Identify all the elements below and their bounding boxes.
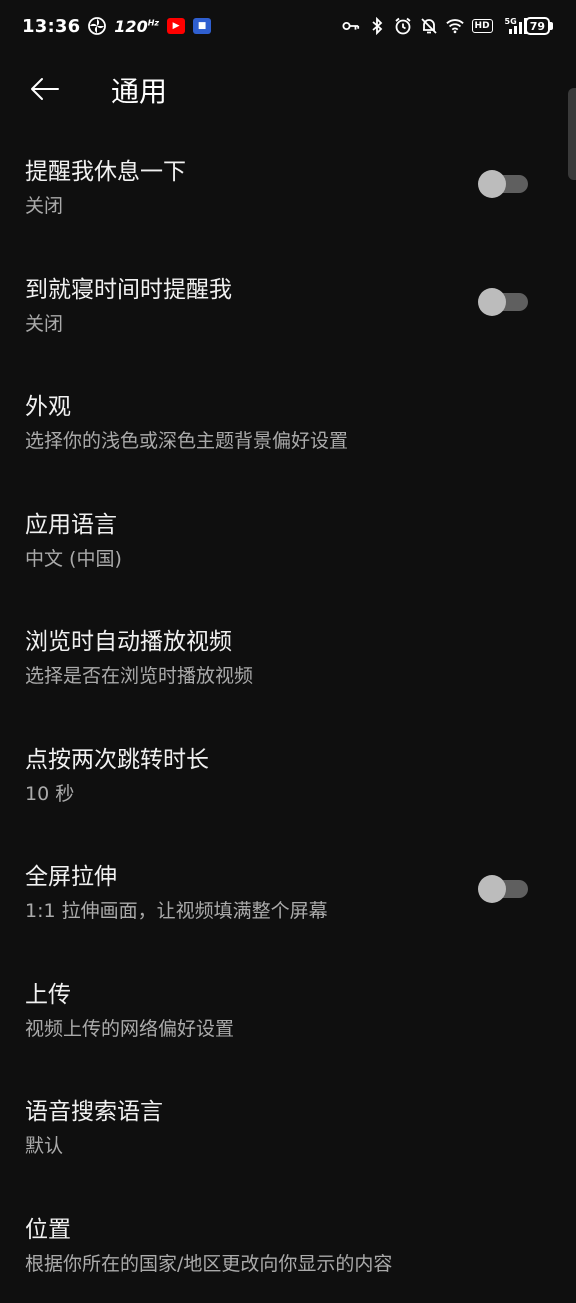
settings-item-subtitle: 根据你所在的国家/地区更改向你显示的内容 [25, 1249, 392, 1276]
hd-voice-icon: HD [472, 19, 493, 33]
page-title: 通用 [111, 70, 167, 110]
bluetooth-icon [368, 17, 386, 35]
pinwheel-icon [88, 17, 106, 35]
status-bar-right: HD 5G 79 [342, 17, 554, 35]
settings-item-subtitle: 选择是否在浏览时播放视频 [25, 661, 253, 688]
settings-item-subtitle: 1:1 拉伸画面，让视频填满整个屏幕 [25, 896, 328, 923]
settings-item[interactable]: 全屏拉伸 1:1 拉伸画面，让视频填满整个屏幕 [0, 833, 576, 951]
settings-item-subtitle: 视频上传的网络偏好设置 [25, 1014, 234, 1041]
youtube-notification-icon: ▶ [167, 18, 185, 34]
refresh-rate-unit: Hz [148, 18, 159, 27]
settings-item[interactable]: 点按两次跳转时长 10 秒 [0, 716, 576, 834]
back-button[interactable] [18, 66, 70, 112]
settings-item-subtitle: 选择你的浅色或深色主题背景偏好设置 [25, 426, 348, 453]
alarm-icon [394, 17, 412, 35]
settings-item-subtitle: 关闭 [25, 191, 63, 218]
key-icon [342, 17, 360, 35]
status-bar-left: 13:36 120Hz ▶ ■ [22, 16, 211, 37]
battery-indicator: 79 [525, 17, 550, 35]
settings-item[interactable]: 位置根据你所在的国家/地区更改向你显示的内容 [0, 1186, 576, 1303]
settings-item-title: 浏览时自动播放视频 [25, 622, 232, 656]
back-arrow-icon [29, 77, 59, 101]
status-bar: 13:36 120Hz ▶ ■ HD 5G 79 [0, 0, 576, 52]
network-type: 5G [505, 17, 517, 26]
toggle-switch[interactable] [478, 170, 528, 198]
settings-item[interactable]: 到就寝时间时提醒我关闭 [0, 246, 576, 364]
settings-item-title: 外观 [25, 387, 71, 421]
settings-list: 提醒我休息一下关闭到就寝时间时提醒我关闭外观选择你的浅色或深色主题背景偏好设置应… [0, 128, 576, 1303]
toggle-switch[interactable] [478, 288, 528, 316]
settings-item-title: 全屏拉伸 [25, 857, 117, 891]
settings-item[interactable]: 提醒我休息一下关闭 [0, 128, 576, 246]
refresh-rate-value: 120 [114, 17, 147, 36]
toggle-knob [478, 875, 506, 903]
settings-item-subtitle: 中文 (中国) [25, 544, 122, 571]
toggle-knob [478, 170, 506, 198]
toggle-switch[interactable] [478, 875, 528, 903]
battery-level: 79 [530, 20, 545, 33]
app-notification-icon: ■ [193, 18, 211, 34]
settings-item-title: 语音搜索语言 [25, 1092, 163, 1126]
settings-item[interactable]: 上传视频上传的网络偏好设置 [0, 951, 576, 1069]
settings-item[interactable]: 外观选择你的浅色或深色主题背景偏好设置 [0, 363, 576, 481]
refresh-rate-indicator: 120Hz [114, 17, 159, 36]
settings-item-title: 应用语言 [25, 505, 117, 539]
bell-muted-icon [420, 17, 438, 35]
settings-item-subtitle: 10 秒 [25, 779, 74, 806]
settings-item[interactable]: 应用语言中文 (中国) [0, 481, 576, 599]
toggle-knob [478, 288, 506, 316]
settings-item[interactable]: 语音搜索语言默认 [0, 1068, 576, 1186]
wifi-icon [446, 17, 464, 35]
settings-item[interactable]: 浏览时自动播放视频选择是否在浏览时播放视频 [0, 598, 576, 716]
settings-item-title: 上传 [25, 975, 71, 1009]
app-bar: 通用 [0, 52, 576, 128]
settings-item-title: 提醒我休息一下 [25, 152, 186, 186]
settings-item-title: 位置 [25, 1210, 71, 1244]
status-time: 13:36 [22, 16, 80, 37]
settings-item-subtitle: 默认 [25, 1131, 63, 1158]
settings-item-title: 点按两次跳转时长 [25, 740, 209, 774]
settings-item-subtitle: 关闭 [25, 309, 63, 336]
settings-item-title: 到就寝时间时提醒我 [25, 270, 232, 304]
